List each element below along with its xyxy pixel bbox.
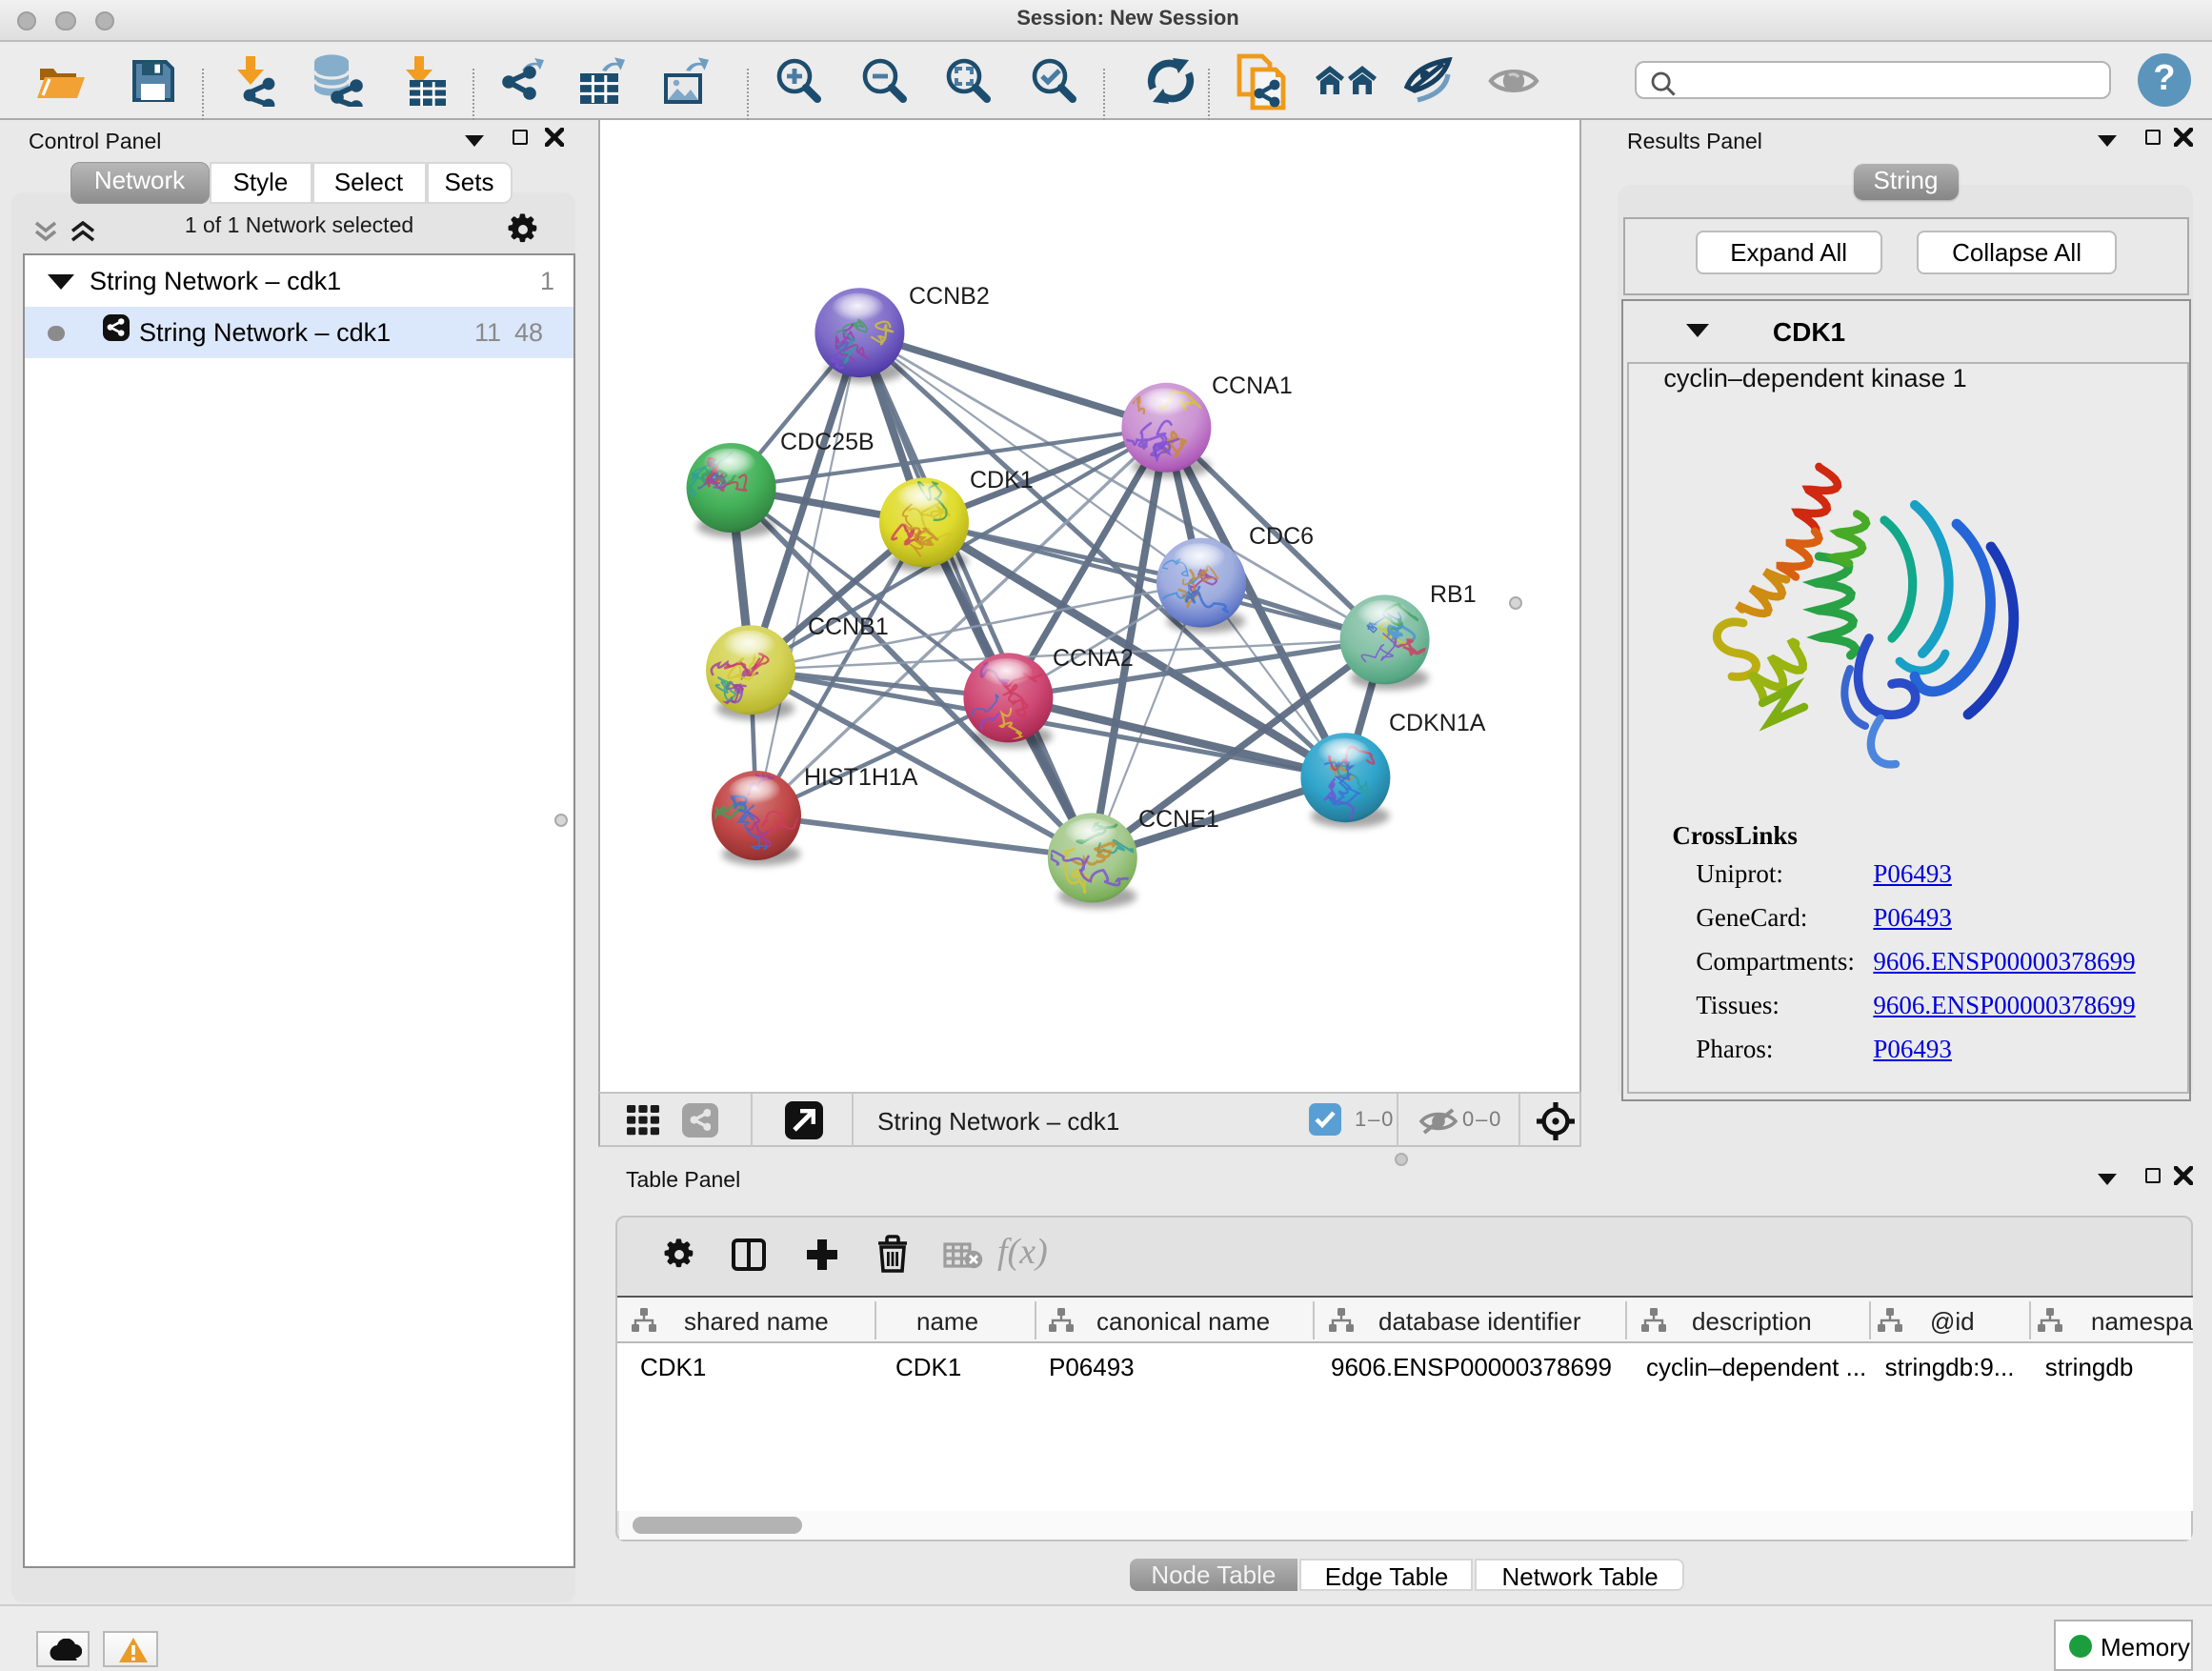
svg-text:CDKN1A: CDKN1A (1389, 710, 1486, 736)
svg-text:CCNA2: CCNA2 (1053, 645, 1134, 672)
svg-text:HIST1H1A: HIST1H1A (804, 764, 918, 791)
svg-text:CCNA1: CCNA1 (1212, 372, 1293, 399)
svg-text:CCNB1: CCNB1 (808, 614, 889, 640)
svg-text:CDK1: CDK1 (970, 467, 1034, 493)
svg-text:CCNB2: CCNB2 (909, 283, 990, 310)
svg-text:CDC25B: CDC25B (780, 429, 875, 455)
svg-text:RB1: RB1 (1430, 581, 1477, 608)
svg-text:CDC6: CDC6 (1249, 523, 1314, 550)
svg-text:CCNE1: CCNE1 (1138, 806, 1219, 833)
